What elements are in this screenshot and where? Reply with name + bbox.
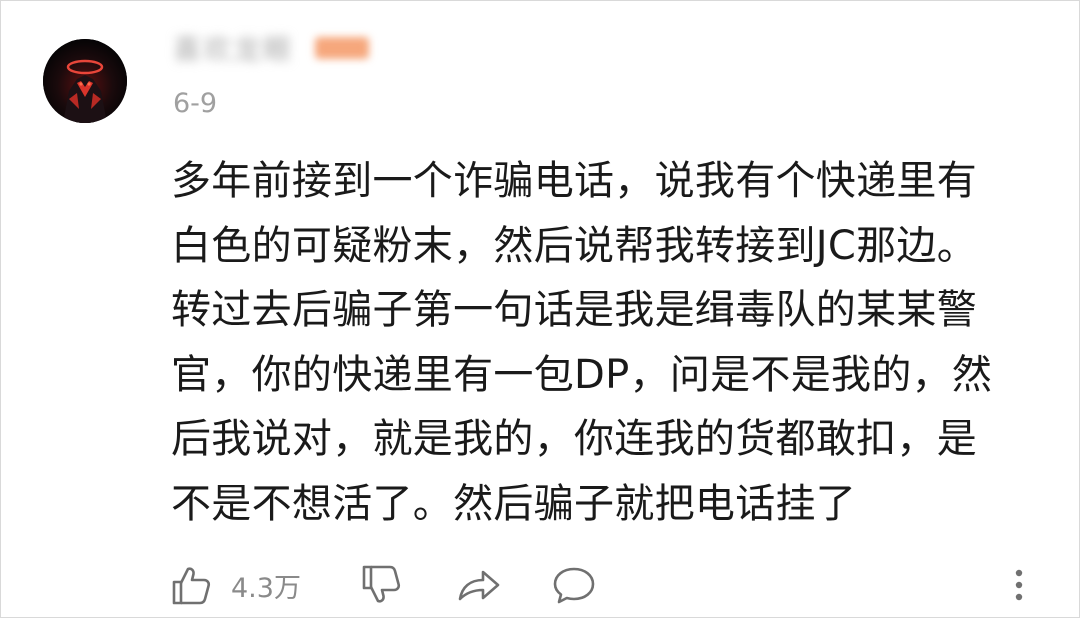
- action-bar: 4.3万: [1, 557, 1080, 613]
- comment-line: 不是不想活了。然后骗子就把电话挂了: [171, 480, 857, 527]
- username-row[interactable]: 喜欢龙眼: [173, 33, 370, 66]
- dislike-button[interactable]: [359, 557, 403, 613]
- avatar-image: [43, 39, 127, 123]
- more-options-button[interactable]: [1011, 557, 1027, 613]
- thumbs-down-icon[interactable]: [359, 563, 403, 607]
- comment-line: 后我说对，就是我的，你连我的货都敢扣，是: [171, 416, 977, 462]
- thumbs-up-icon[interactable]: [169, 563, 213, 607]
- like-count: 4.3万: [231, 572, 301, 604]
- more-icon[interactable]: [1011, 563, 1027, 607]
- comment-line: 白色的可疑粉末，然后说帮我转接到JC那边。: [171, 222, 978, 269]
- like-button[interactable]: 4.3万: [169, 557, 301, 613]
- comment-line: 官，你的快递里有一包DP，问是不是我的，然: [171, 351, 993, 398]
- share-icon[interactable]: [456, 563, 502, 607]
- level-badge: [315, 37, 370, 59]
- share-button[interactable]: [456, 557, 502, 613]
- username[interactable]: 喜欢龙眼: [173, 28, 293, 68]
- comment-text: 多年前接到一个诈骗电话，说我有个快递里有 白色的可疑粉末，然后说帮我转接到JC那…: [171, 149, 1031, 536]
- comment-card: 喜欢龙眼 6-9 多年前接到一个诈骗电话，说我有个快递里有 白色的可疑粉末，然后…: [0, 0, 1080, 618]
- comment-icon[interactable]: [551, 563, 597, 607]
- comment-date: 6-9: [173, 88, 218, 119]
- avatar[interactable]: [43, 39, 127, 123]
- comment-line: 转过去后骗子第一句话是我是缉毒队的某某警: [171, 287, 977, 333]
- comment-line: 多年前接到一个诈骗电话，说我有个快递里有: [171, 158, 977, 204]
- comment-button[interactable]: [551, 557, 597, 613]
